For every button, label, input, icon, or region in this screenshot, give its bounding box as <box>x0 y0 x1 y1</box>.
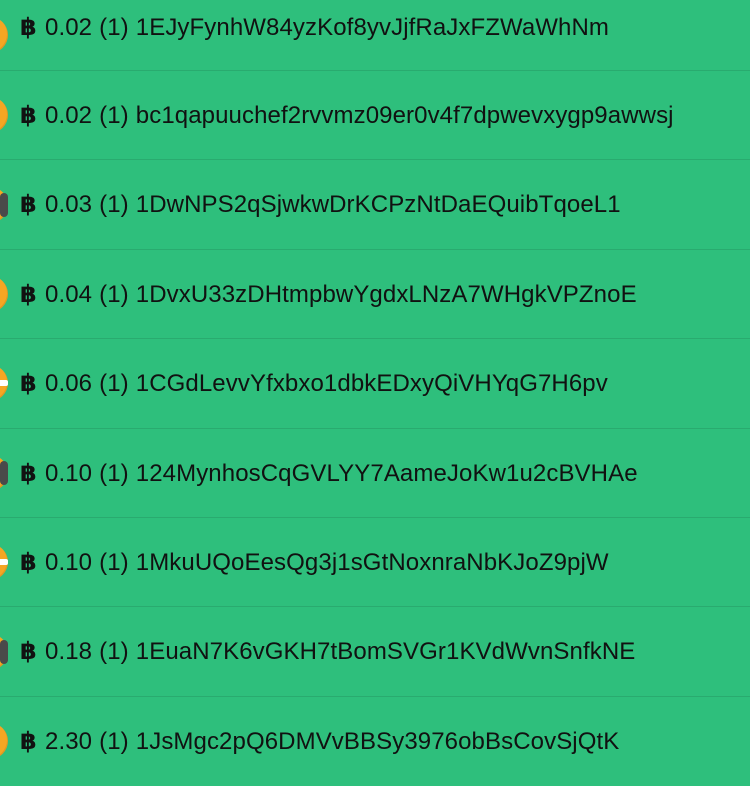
coin-icon <box>0 544 8 581</box>
amount: 0.04 <box>45 280 93 308</box>
bitcoin-symbol: ฿ <box>20 370 37 398</box>
transaction-row[interactable]: ฿ 0.10 (1) 124MynhosCqGVLYY7AameJoKw1u2cBVH… <box>0 429 750 518</box>
transaction-text: ฿ 0.03 (1) 1DwNPS2qSjwkwDrKCPzNtDaEQuibTqoe… <box>20 191 621 219</box>
count: (1) <box>99 280 129 308</box>
count: (1) <box>99 191 129 219</box>
count: (1) <box>99 102 129 129</box>
transaction-row[interactable]: ฿ 0.06 (1) 1CGdLevvYfxbxo1dbkEDxyQiVHYqG7H6… <box>0 339 750 429</box>
amount: 2.30 <box>45 727 93 755</box>
transaction-text: ฿ 0.02 (1) 1EJyFynhW84yzKof8yvJjfRaJxFZWaWh… <box>20 14 609 42</box>
transaction-text: ฿ 0.02 (1) bc1qapuuchef2rvvmz09er0v4f7dpwev… <box>20 102 674 130</box>
amount: 0.03 <box>45 191 93 219</box>
address: 1DvxU33zDHtmpbwYgdxLNzA7WHgkVPZnoE <box>135 280 637 308</box>
transaction-row[interactable]: ฿ 0.18 (1) 1EuaN7K6vGKH7tBomSVGr1KVdWvnSnfk… <box>0 607 750 697</box>
transaction-row[interactable]: ฿ 2.30 (1) 1JsMgc2pQ6DMVvBBSy3976obBsCovSjQ… <box>0 697 750 786</box>
transaction-row[interactable]: ฿ 0.04 (1) 1DvxU33zDHtmpbwYgdxLNzA7WHgkVPZn… <box>0 250 750 340</box>
address: 1EJyFynhW84yzKof8yvJjfRaJxFZWaWhNm <box>135 14 610 41</box>
amount: 0.06 <box>45 370 93 398</box>
count: (1) <box>99 459 129 487</box>
bitcoin-symbol: ฿ <box>20 548 37 576</box>
count: (1) <box>99 548 129 576</box>
transaction-text: ฿ 0.04 (1) 1DvxU33zDHtmpbwYgdxLNzA7WHgkVPZn… <box>20 281 637 309</box>
transaction-row[interactable]: ฿ 0.02 (1) bc1qapuuchef2rvvmz09er0v4f7dpwev… <box>0 71 750 161</box>
bitcoin-symbol: ฿ <box>20 191 37 219</box>
address: 1EuaN7K6vGKH7tBomSVGr1KVdWvnSnfkNE <box>135 638 636 666</box>
transaction-text: ฿ 0.10 (1) 124MynhosCqGVLYY7AameJoKw1u2cBVH… <box>20 460 638 488</box>
count: (1) <box>99 638 129 666</box>
coin-icon <box>0 633 8 670</box>
count: (1) <box>99 370 129 398</box>
transaction-list: ฿ 0.02 (1) 1EJyFynhW84yzKof8yvJjfRaJxFZWaWh… <box>0 0 750 786</box>
amount: 0.10 <box>45 459 93 487</box>
bitcoin-symbol: ฿ <box>20 638 37 666</box>
transaction-row[interactable]: ฿ 0.02 (1) 1EJyFynhW84yzKof8yvJjfRaJxFZWaWh… <box>0 0 750 71</box>
coin-icon <box>0 17 8 53</box>
bitcoin-symbol: ฿ <box>20 459 37 487</box>
transaction-text: ฿ 2.30 (1) 1JsMgc2pQ6DMVvBBSy3976obBsCovSjQ… <box>20 728 619 756</box>
coin-icon <box>0 275 8 312</box>
count: (1) <box>99 727 129 755</box>
bitcoin-symbol: ฿ <box>20 280 37 308</box>
amount: 0.10 <box>45 548 93 576</box>
coin-icon <box>0 454 8 491</box>
address: 1JsMgc2pQ6DMVvBBSy3976obBsCovSjQtK <box>135 727 620 755</box>
address: bc1qapuuchef2rvvmz09er0v4f7dpwevxygp9aww… <box>135 102 674 129</box>
amount: 0.18 <box>45 638 93 666</box>
bitcoin-symbol: ฿ <box>20 102 37 129</box>
transaction-text: ฿ 0.10 (1) 1MkuUQoEesQg3j1sGtNoxnraNbKJoZ9p… <box>20 549 609 577</box>
address: 1CGdLevvYfxbxo1dbkEDxyQiVHYqG7H6pv <box>135 370 608 398</box>
transaction-row[interactable]: ฿ 0.10 (1) 1MkuUQoEesQg3j1sGtNoxnraNbKJoZ9p… <box>0 518 750 608</box>
bitcoin-symbol: ฿ <box>20 727 37 755</box>
transaction-text: ฿ 0.18 (1) 1EuaN7K6vGKH7tBomSVGr1KVdWvnSnfk… <box>20 638 635 666</box>
count: (1) <box>99 14 129 41</box>
address: 1DwNPS2qSjwkwDrKCPzNtDaEQuibTqoeL1 <box>135 191 621 219</box>
coin-icon <box>0 97 8 134</box>
amount: 0.02 <box>45 102 93 129</box>
amount: 0.02 <box>45 14 93 41</box>
coin-icon <box>0 186 8 223</box>
transaction-text: ฿ 0.06 (1) 1CGdLevvYfxbxo1dbkEDxyQiVHYqG7H6… <box>20 370 608 398</box>
address: 124MynhosCqGVLYY7AameJoKw1u2cBVHAe <box>135 459 638 487</box>
coin-icon <box>0 365 8 402</box>
bitcoin-symbol: ฿ <box>20 14 37 41</box>
transaction-row[interactable]: ฿ 0.03 (1) 1DwNPS2qSjwkwDrKCPzNtDaEQuibTqoe… <box>0 160 750 250</box>
address: 1MkuUQoEesQg3j1sGtNoxnraNbKJoZ9pjW <box>135 548 609 576</box>
coin-icon <box>0 723 8 760</box>
